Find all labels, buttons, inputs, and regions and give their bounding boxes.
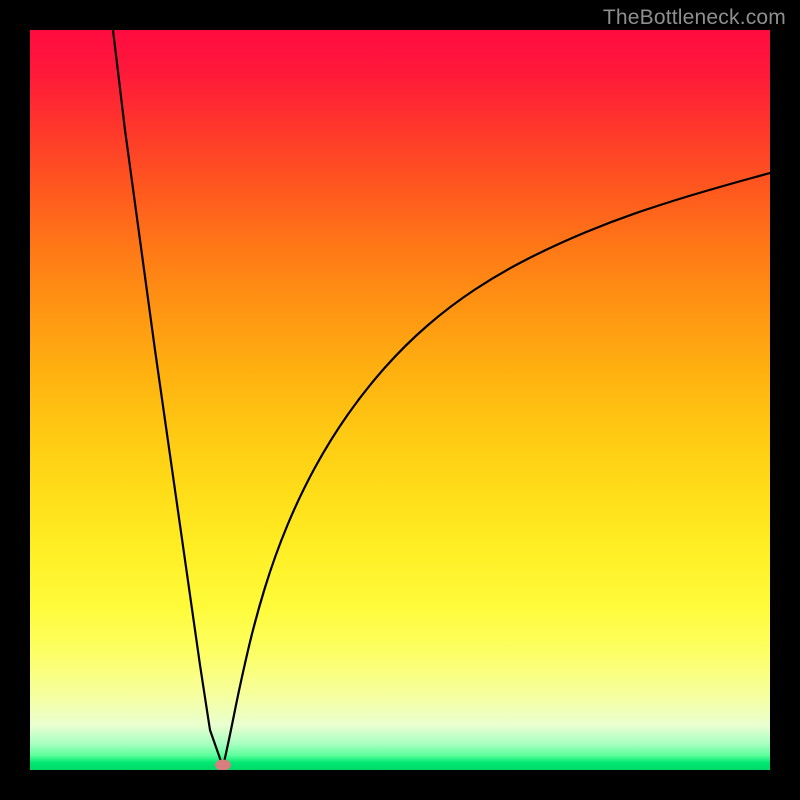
attribution-text: TheBottleneck.com: [603, 6, 786, 30]
minimum-marker: [215, 760, 231, 771]
plot-area: [30, 30, 770, 770]
bottleneck-curve: [30, 30, 770, 770]
